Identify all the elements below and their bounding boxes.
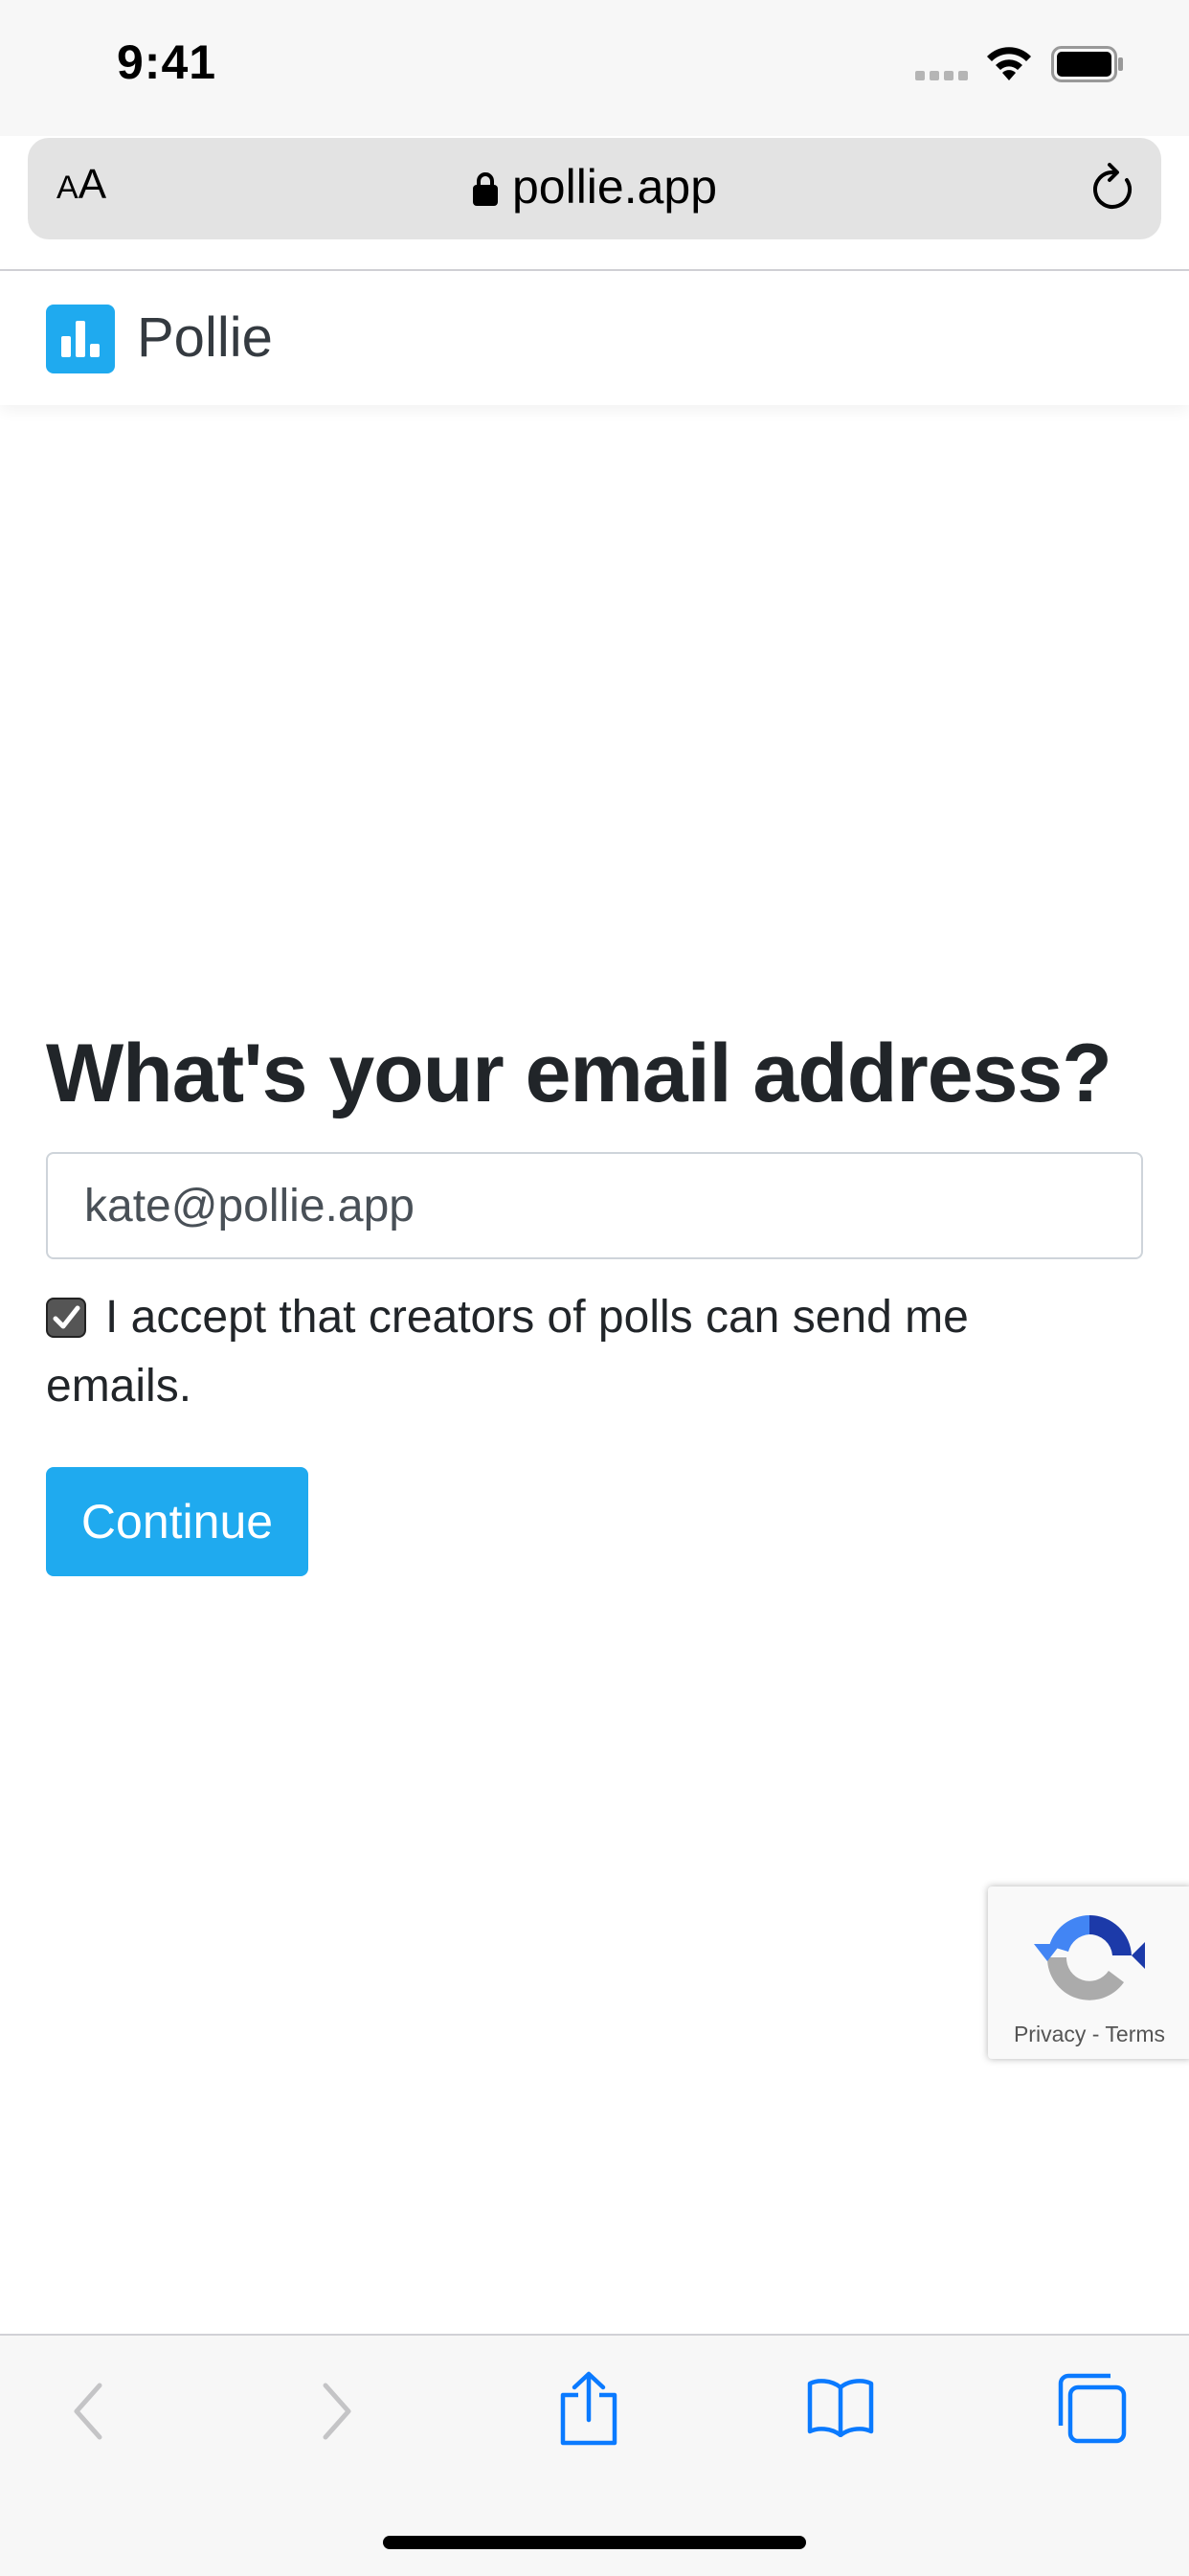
cellular-signal-icon [915,71,968,80]
battery-icon [1051,46,1123,82]
brand-name[interactable]: Pollie [137,305,273,370]
page-title: What's your email address? [46,1028,1112,1119]
status-time: 9:41 [117,35,217,89]
url-text: pollie.app [511,160,718,214]
lock-icon [472,172,498,206]
status-bar: 9:41 [0,0,1189,136]
recaptcha-privacy-link[interactable]: Privacy [1014,2022,1086,2046]
recaptcha-terms-link[interactable]: Terms [1105,2022,1165,2046]
tabs-icon[interactable] [1055,2372,1128,2445]
address-bar[interactable]: AA pollie.app [28,138,1161,239]
home-indicator[interactable] [383,2536,806,2549]
forward-icon[interactable] [316,2378,358,2445]
consent-row: I accept that creators of polls can send… [46,1283,1118,1421]
checkmark-icon [53,1305,80,1329]
bookmarks-icon[interactable] [806,2376,875,2437]
reload-icon[interactable] [1088,163,1138,215]
share-icon[interactable] [555,2370,622,2447]
recaptcha-badge[interactable]: Privacy - Terms [988,1887,1189,2059]
consent-checkbox[interactable] [46,1298,86,1338]
wifi-icon [987,47,1031,80]
continue-button[interactable]: Continue [46,1467,308,1576]
recaptcha-icon [1034,1915,1145,2000]
consent-label[interactable]: I accept that creators of polls can send… [46,1292,969,1412]
url-display[interactable]: pollie.app [28,159,1161,215]
back-icon[interactable] [67,2378,109,2445]
chart-logo-icon[interactable] [46,305,115,373]
recaptcha-links: Privacy - Terms [1013,2022,1166,2046]
email-field[interactable] [46,1152,1143,1259]
site-navbar: Pollie [0,271,1189,405]
